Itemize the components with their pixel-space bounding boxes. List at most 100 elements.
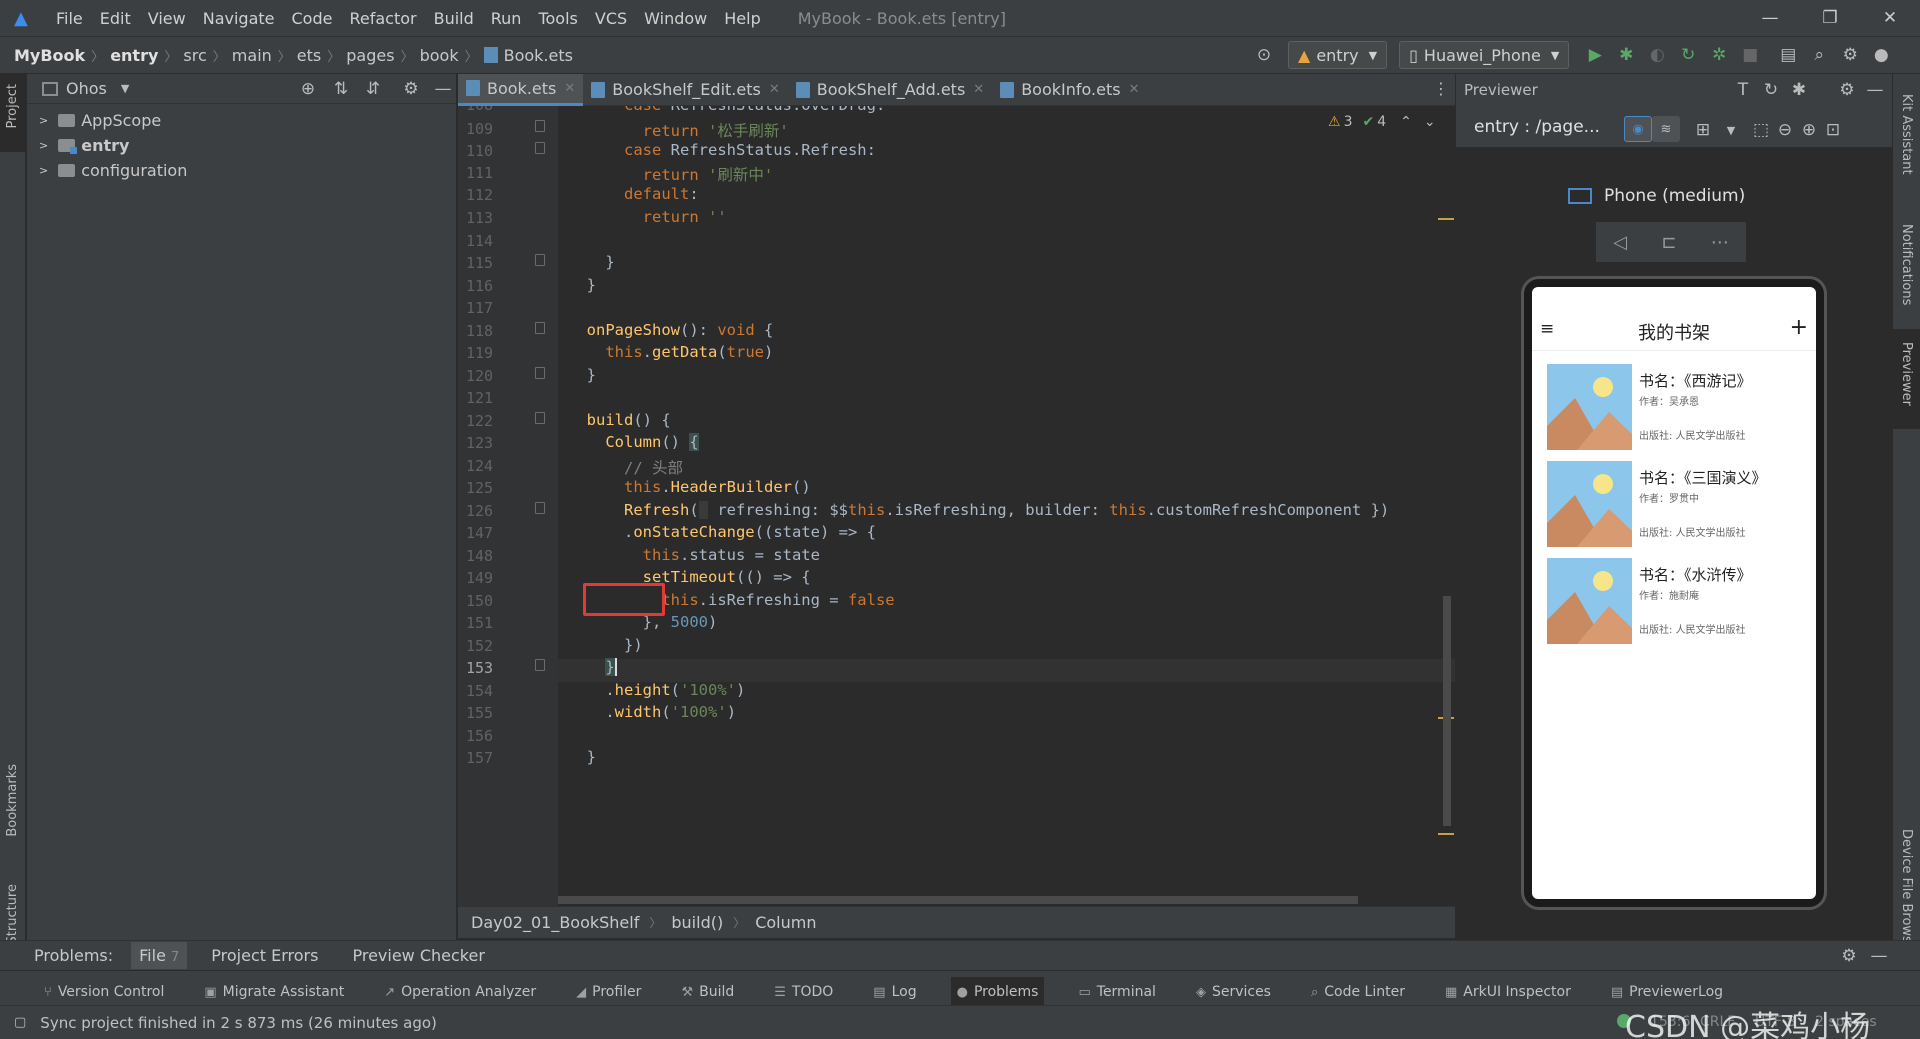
tool-code-linter[interactable]: ⌕ Code Linter (1305, 977, 1411, 1007)
back-icon[interactable]: ◁ (1613, 232, 1627, 253)
settings-icon[interactable]: ⚙ (1838, 43, 1862, 67)
eye-icon[interactable]: ◉ (1624, 116, 1652, 142)
book-card[interactable]: 书名：《水浒传》 作者：施耐庵 出版社: 人民文学出版社 (1547, 558, 1802, 644)
layout-icon[interactable]: ▢ (14, 1015, 26, 1030)
close-tab-icon[interactable]: ✕ (564, 81, 575, 96)
fit-icon[interactable]: ⊡ (1821, 118, 1845, 142)
fold-marker-icon[interactable] (535, 367, 545, 379)
menu-vcs[interactable]: VCS (595, 9, 627, 28)
kit-assistant-tab[interactable]: Kit Assistant (1899, 94, 1914, 175)
crumb-main[interactable]: main (232, 46, 272, 65)
locate-icon[interactable]: ⊕ (296, 77, 320, 101)
chevron-down-icon[interactable]: ▼ (121, 82, 129, 95)
tool-arkui-inspector[interactable]: ▦ ArkUI Inspector (1439, 977, 1577, 1007)
stop-icon[interactable]: ■ (1738, 43, 1762, 67)
tab-preview-checker[interactable]: Preview Checker (352, 946, 484, 965)
breadcrumb-component[interactable]: Column (755, 913, 816, 932)
fold-marker-icon[interactable] (535, 659, 545, 671)
chevron-right-icon[interactable]: > (39, 139, 48, 152)
breadcrumb-method[interactable]: build() (671, 913, 723, 932)
tab-bookshelf-add[interactable]: BookShelf_Add.ets ✕ (788, 74, 992, 106)
book-card[interactable]: 书名：《三国演义》 作者：罗贯中 出版社: 人民文学出版社 (1547, 461, 1802, 547)
route-selector[interactable]: entry : /page... (1474, 117, 1600, 137)
restore-icon[interactable]: ❐ (1800, 0, 1860, 36)
minimize-icon[interactable]: — (1740, 0, 1800, 36)
rotate-icon[interactable]: ⊏ (1661, 232, 1676, 253)
tree-item-appscope[interactable]: > AppScope (27, 108, 456, 133)
device-file-browser-tab[interactable]: Device File Browser (1899, 829, 1914, 956)
crumb-file[interactable]: Book.ets (504, 46, 573, 65)
fold-marker-icon[interactable] (535, 412, 545, 424)
menu-window[interactable]: Window (644, 9, 707, 28)
crumb-module[interactable]: entry (110, 46, 158, 65)
book-card[interactable]: 书名：《西游记》 作者：吴承恩 出版社: 人民文学出版社 (1547, 364, 1802, 450)
tool-build[interactable]: ⚒ Build (675, 977, 740, 1007)
chevron-down-icon[interactable]: ⌄ (1424, 114, 1436, 130)
menu-tools[interactable]: Tools (538, 9, 577, 28)
module-dropdown[interactable]: ▲ entry ▼ (1288, 41, 1388, 69)
tree-item-entry[interactable]: > entry (27, 133, 456, 158)
chevron-right-icon[interactable]: > (39, 164, 48, 177)
gear-icon[interactable]: ⚙ (399, 77, 423, 101)
inspection-widget[interactable]: ⚠ 3 ✔ 4 ⌃ ⌄ (1328, 114, 1436, 130)
device-manager-icon[interactable]: ▤ (1776, 43, 1800, 67)
tool-profiler[interactable]: ◢ Profiler (570, 977, 647, 1007)
close-icon[interactable]: ✕ (1860, 0, 1920, 36)
project-tool-tab[interactable]: Project (5, 84, 20, 128)
tree-item-configuration[interactable]: > configuration (27, 158, 456, 183)
target-icon[interactable]: ⊙ (1252, 43, 1276, 67)
bookmarks-tool-tab[interactable]: Bookmarks (5, 764, 20, 837)
apply-changes-icon[interactable]: ↻ (1676, 43, 1700, 67)
crumb-pages[interactable]: pages (346, 46, 394, 65)
fold-marker-icon[interactable] (535, 322, 545, 334)
run-icon[interactable]: ▶ (1583, 43, 1607, 67)
close-tab-icon[interactable]: ✕ (973, 82, 984, 97)
menu-code[interactable]: Code (292, 9, 333, 28)
gear-icon[interactable]: ⚙ (1837, 944, 1861, 968)
crumb-src[interactable]: src (183, 46, 206, 65)
font-icon[interactable]: T (1731, 78, 1755, 102)
crumb-book[interactable]: book (420, 46, 459, 65)
tool-version-control[interactable]: ⑂ Version Control (38, 977, 170, 1007)
crop-icon[interactable]: ⬚ (1749, 118, 1773, 142)
crumb-project[interactable]: MyBook (14, 46, 85, 65)
tab-bookshelf-edit[interactable]: BookShelf_Edit.ets ✕ (583, 74, 787, 106)
crumb-ets[interactable]: ets (297, 46, 321, 65)
layers-icon[interactable]: ≋ (1652, 116, 1680, 142)
tool-services[interactable]: ◈ Services (1190, 977, 1277, 1007)
tab-bookinfo[interactable]: BookInfo.ets ✕ (992, 74, 1147, 106)
breadcrumb-struct[interactable]: Day02_01_BookShelf (471, 913, 639, 932)
fold-marker-icon[interactable] (535, 502, 545, 514)
hide-panel-icon[interactable]: — (1863, 78, 1887, 102)
collapse-all-icon[interactable]: ⇵ (361, 77, 385, 101)
expand-all-icon[interactable]: ⇅ (329, 77, 353, 101)
more-tabs-icon[interactable]: ⋮ (1433, 79, 1449, 98)
tool-log[interactable]: ▤ Log (867, 977, 922, 1007)
attach-debugger-icon[interactable]: ◐ (1645, 43, 1669, 67)
chevron-right-icon[interactable]: > (39, 114, 48, 127)
profile-icon[interactable]: ✲ (1707, 43, 1731, 67)
notifications-tab[interactable]: Notifications (1899, 224, 1914, 305)
zoom-in-icon[interactable]: ⊕ (1797, 118, 1821, 142)
tool-operation-analyzer[interactable]: ↗ Operation Analyzer (378, 977, 542, 1007)
zoom-out-icon[interactable]: ⊖ (1773, 118, 1797, 142)
chevron-down-icon[interactable]: ▼ (1719, 118, 1743, 142)
tool-problems[interactable]: ● Problems (950, 977, 1045, 1007)
previewer-tool-tab[interactable]: Previewer (1899, 342, 1914, 406)
menu-file[interactable]: File (56, 9, 83, 28)
project-view-selector[interactable]: Ohos (66, 79, 107, 98)
refresh-icon[interactable]: ↻ (1759, 78, 1783, 102)
add-icon[interactable]: + (1790, 315, 1808, 340)
tool-todo[interactable]: ☰ TODO (768, 977, 839, 1007)
tab-file[interactable]: File 7 (131, 942, 188, 969)
device-dropdown[interactable]: ▯ Huawei_Phone ▼ (1399, 41, 1570, 69)
debug-icon[interactable]: ✱ (1614, 43, 1638, 67)
fold-marker-icon[interactable] (535, 142, 545, 154)
tab-project-errors[interactable]: Project Errors (211, 946, 318, 965)
structure-tool-tab[interactable]: Structure (5, 884, 20, 944)
code-editor[interactable]: 108 109 110 111 112 113 114 115 116 117 … (458, 106, 1455, 906)
hide-panel-icon[interactable]: — (1867, 944, 1891, 968)
menu-help[interactable]: Help (724, 9, 760, 28)
fold-marker-icon[interactable] (535, 120, 545, 132)
menu-navigate[interactable]: Navigate (203, 9, 275, 28)
